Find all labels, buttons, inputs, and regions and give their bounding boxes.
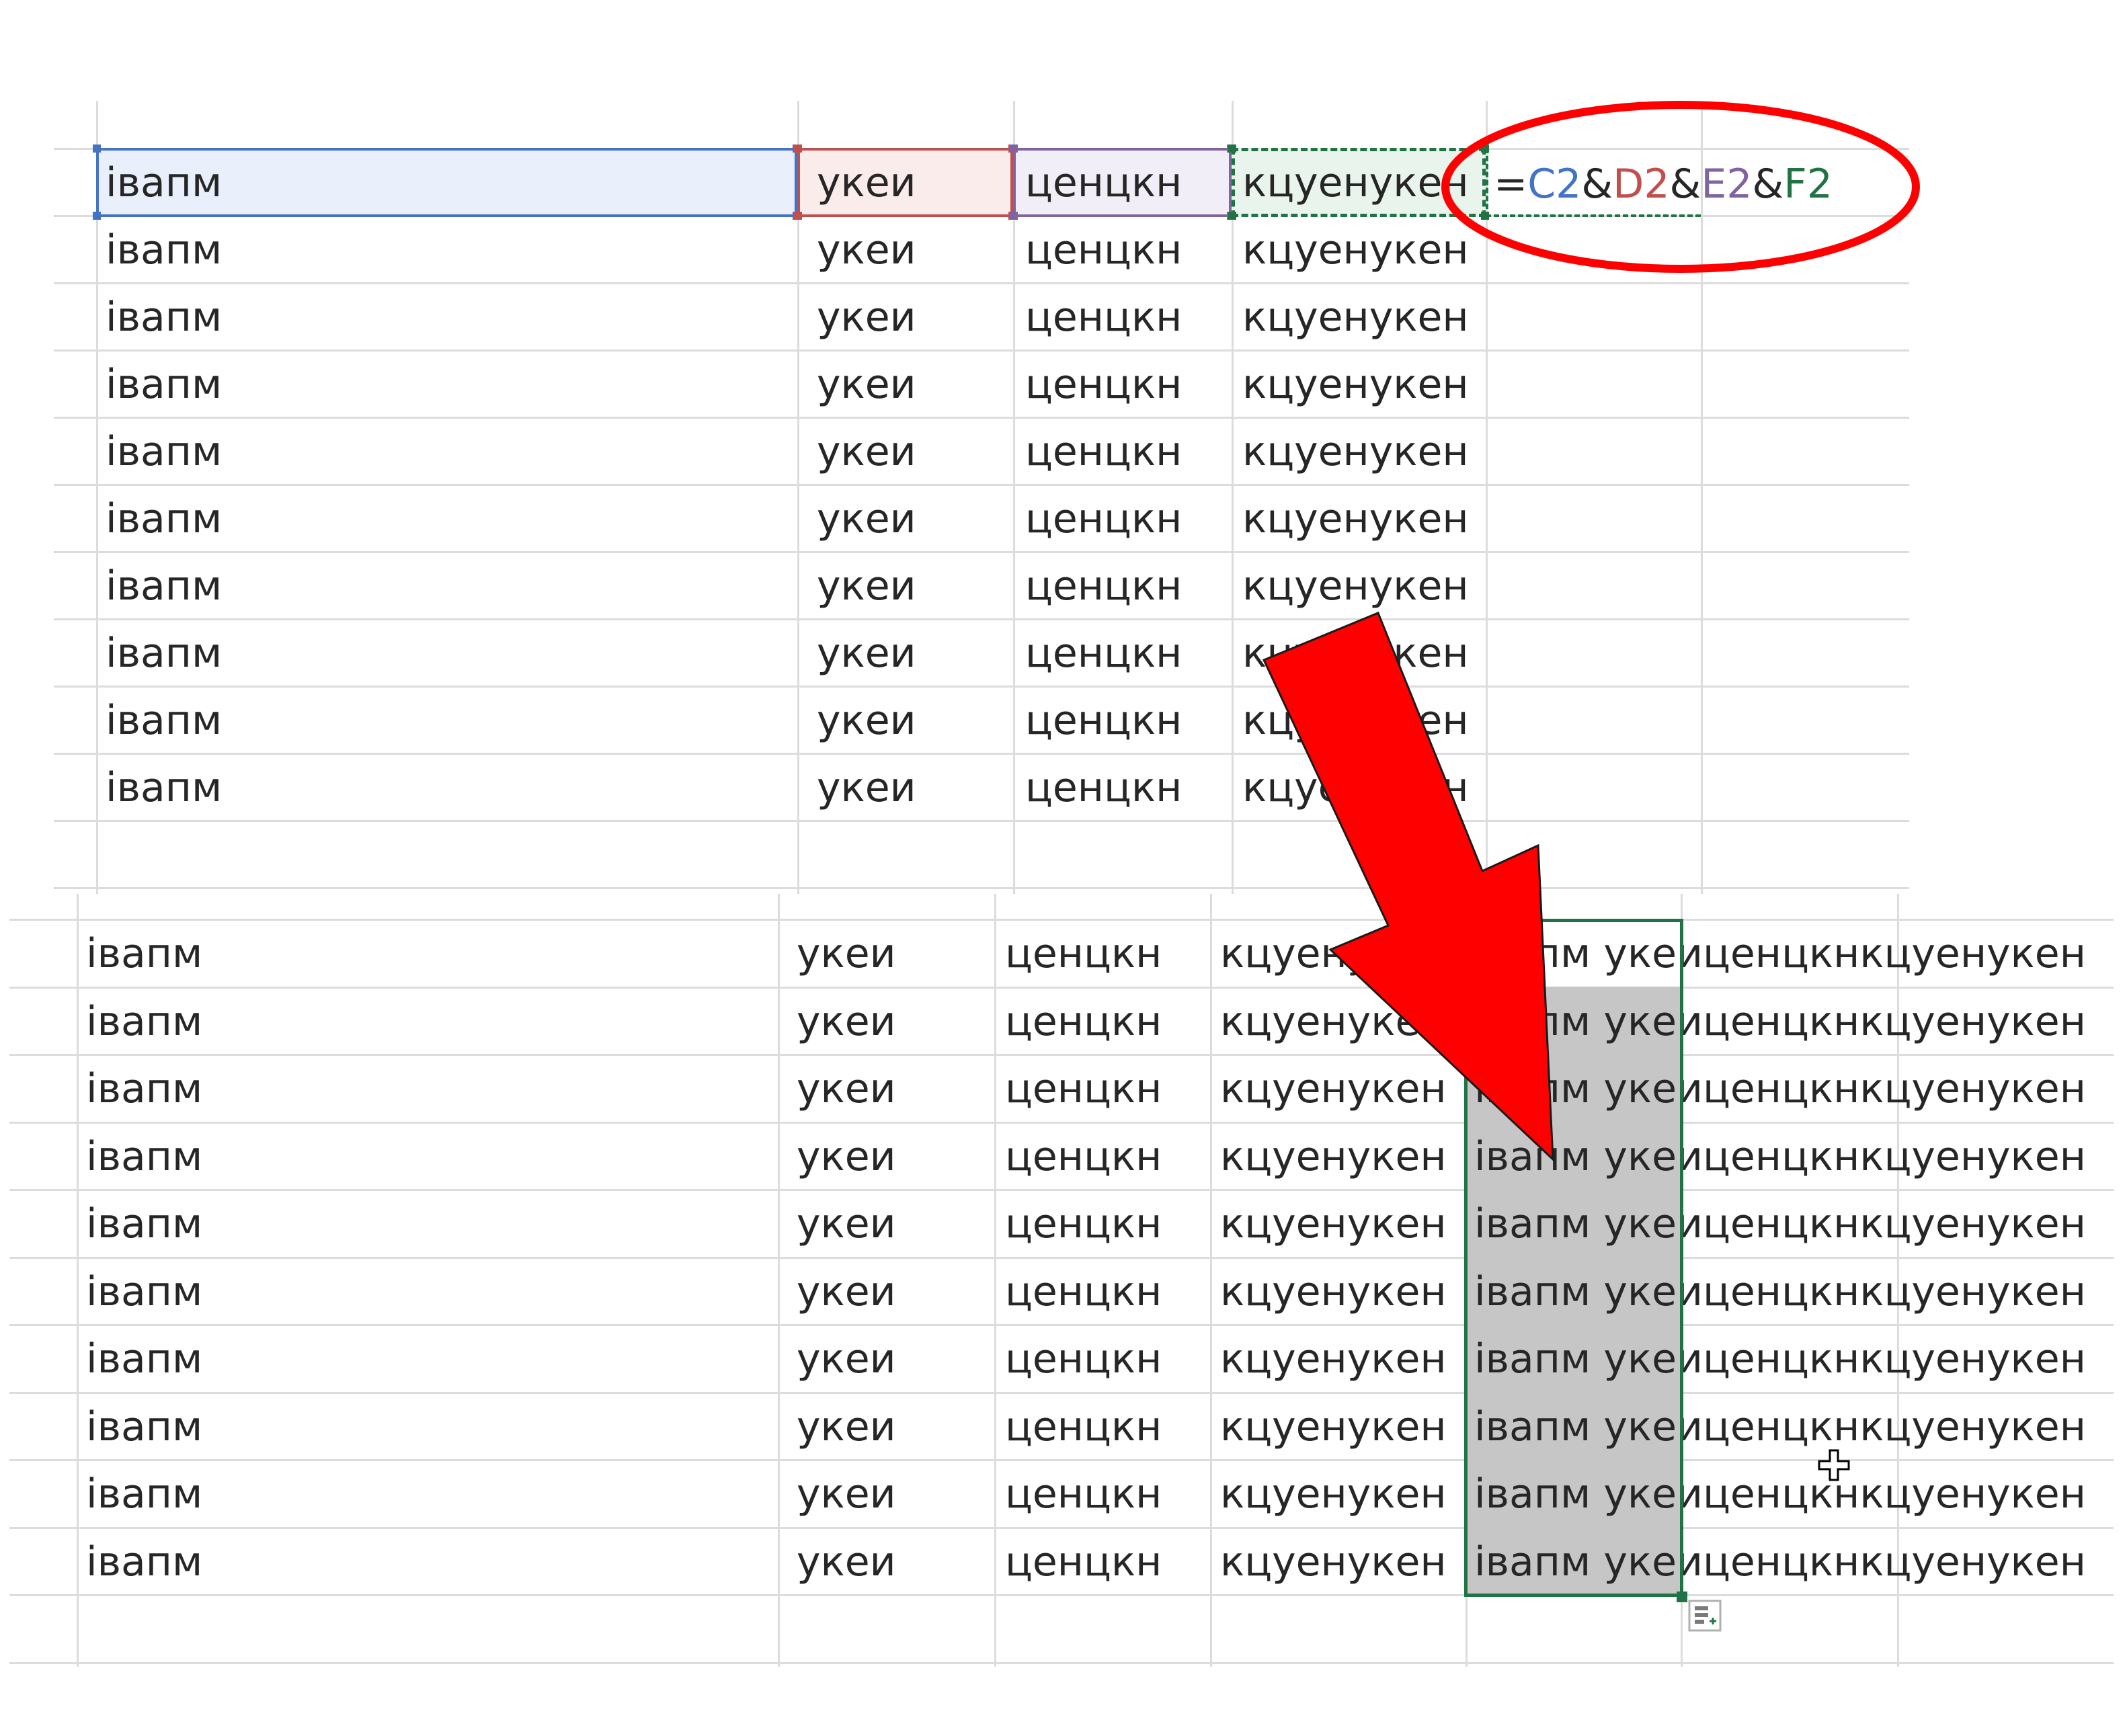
red-arrow-annotation (1262, 612, 1554, 1162)
red-ellipse-annotation (1441, 101, 1920, 273)
autofill-options-icon[interactable] (1688, 1600, 1722, 1632)
crosshair-cursor-icon (1818, 1449, 1850, 1481)
annotation-overlay (1262, 101, 1920, 1632)
